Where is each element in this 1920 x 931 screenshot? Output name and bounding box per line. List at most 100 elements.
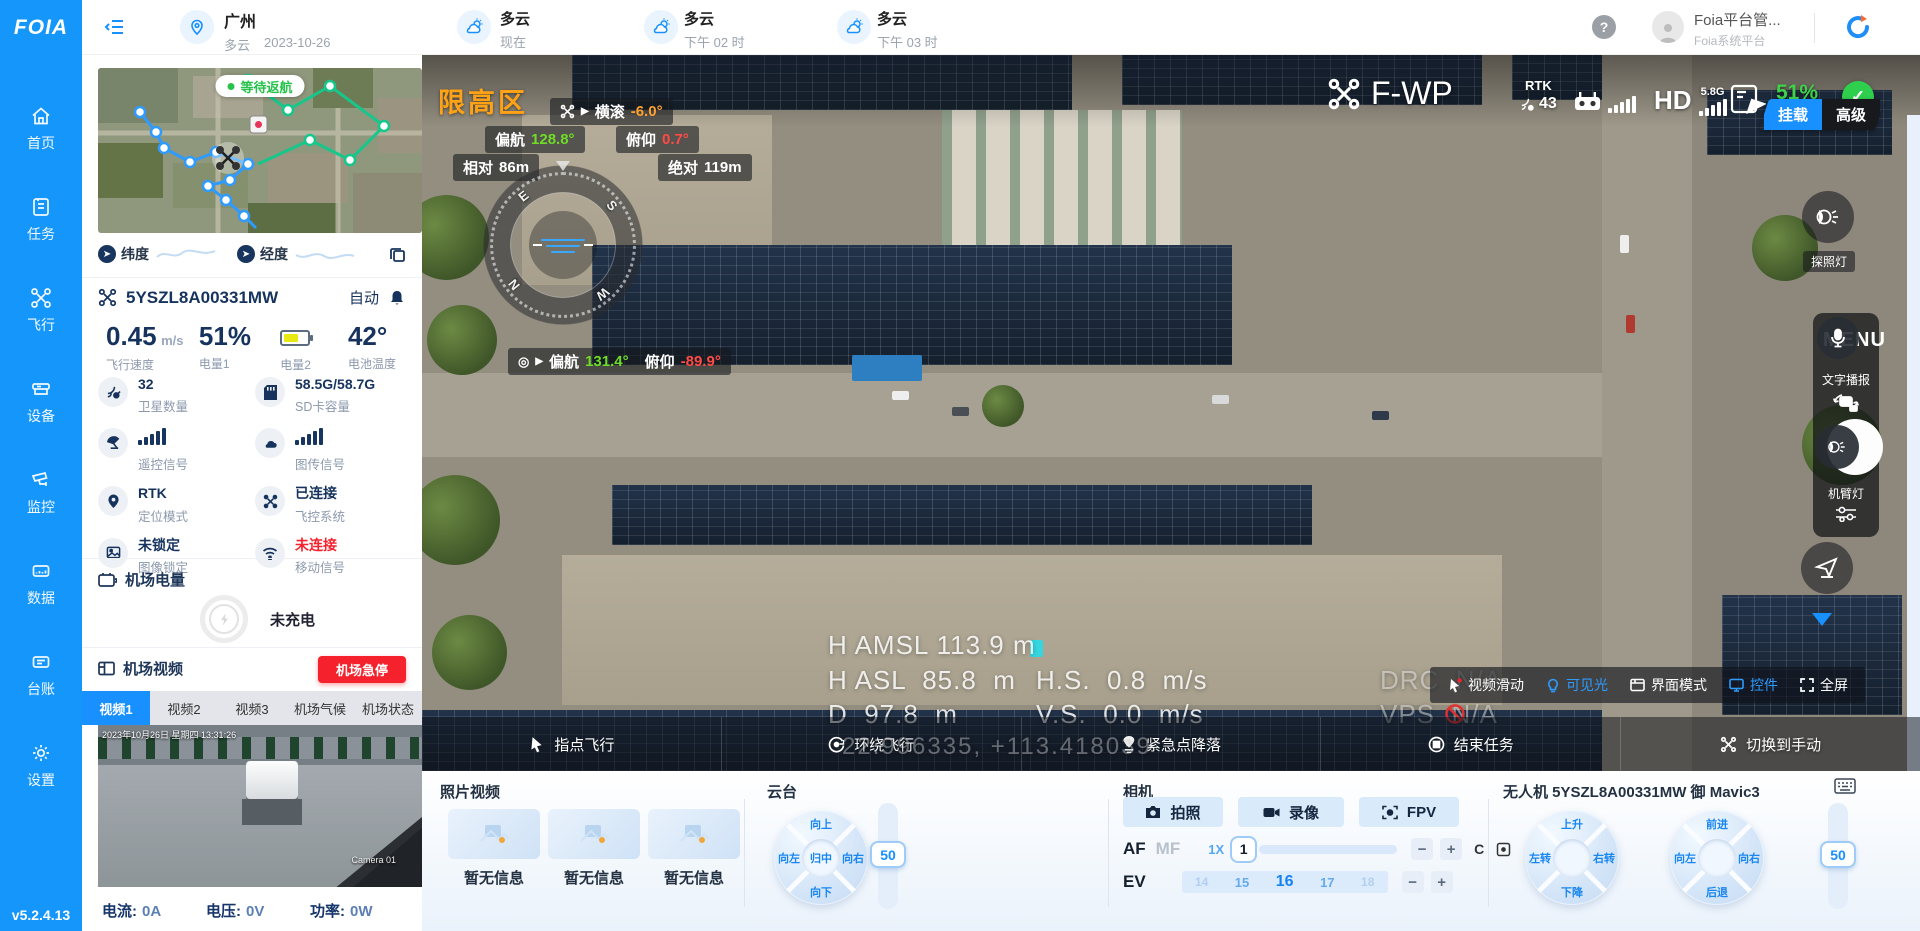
ev-scale[interactable]: 14 15 16 17 18 xyxy=(1182,871,1388,893)
collapse-menu-icon[interactable] xyxy=(104,16,126,38)
compass-s: S xyxy=(603,197,620,213)
aerial-video-feed[interactable]: 限高区 ▶ 横滚 -6.0° 偏航 128.8° 俯仰 0.7° 相对 86m … xyxy=(422,55,1920,771)
keyboard-icon[interactable] xyxy=(1834,778,1856,794)
zoom-plus-button[interactable]: + xyxy=(1440,838,1462,860)
pad-center xyxy=(1553,839,1591,877)
zoom-reset-button[interactable]: C xyxy=(1474,841,1484,857)
ledger-icon xyxy=(30,651,52,673)
af-toggle[interactable]: AF xyxy=(1123,839,1146,859)
bottom-control-panel: 照片视频 暂无信息 暂无信息 暂无信息 云台 归中 向上 向左 向右 向下 50… xyxy=(422,771,1920,931)
ev-tick[interactable]: 17 xyxy=(1320,875,1334,890)
mount-advanced-toggle[interactable]: 挂载 高级 xyxy=(1759,99,1885,130)
image-icon xyxy=(98,538,128,568)
sidebar-item-tasks[interactable]: 任务 xyxy=(27,196,55,244)
arm-light-label: 机臂灯 xyxy=(1828,485,1864,502)
right-button[interactable]: 向右 xyxy=(1738,850,1760,866)
tab-video1[interactable]: 视频1 xyxy=(82,691,150,725)
weather-2pm: 多云 下午 02 时 xyxy=(684,8,745,51)
sidebar-item-ledger[interactable]: 台账 xyxy=(27,651,55,699)
fullscreen-toggle[interactable]: 全屏 xyxy=(1789,675,1859,695)
dock-video-feed[interactable]: 2023年10月26日 星期四 13:31:26 Camera 01 xyxy=(98,725,422,887)
visible-light-toggle[interactable]: 可见光 xyxy=(1535,675,1619,695)
collapsed-right-panel[interactable] xyxy=(1907,115,1920,771)
sidebar-item-devices[interactable]: 设备 xyxy=(27,378,55,426)
mf-toggle[interactable]: MF xyxy=(1156,839,1181,859)
copy-icon[interactable] xyxy=(389,246,406,263)
action-end-mission[interactable]: 结束任务 xyxy=(1320,717,1620,771)
sidebar-item-settings[interactable]: 设置 xyxy=(27,742,55,790)
drone-speed-value[interactable]: 50 xyxy=(1820,841,1856,868)
gimbal-right-button[interactable]: 向右 xyxy=(842,850,864,866)
takeoff-send-button[interactable] xyxy=(1801,542,1853,594)
advanced-tab[interactable]: 高级 xyxy=(1822,99,1880,130)
shoot-photo-button[interactable]: 拍照 xyxy=(1123,797,1223,827)
voice-broadcast-button[interactable] xyxy=(1817,317,1859,359)
gimbal-speed-value[interactable]: 50 xyxy=(870,841,906,868)
zoom-minus-button[interactable]: − xyxy=(1411,838,1433,860)
params-settings-icon[interactable] xyxy=(1835,506,1857,522)
dock-estop-button[interactable]: 机场急停 xyxy=(318,656,406,683)
forward-button[interactable]: 前进 xyxy=(1706,816,1728,832)
media-card[interactable] xyxy=(648,809,740,859)
flight-log-icon[interactable] xyxy=(1730,82,1766,116)
weather-time: 现在 xyxy=(500,32,530,51)
media-empty-label: 暂无信息 xyxy=(648,867,740,888)
gimbal-center-button[interactable]: 归中 xyxy=(802,839,840,877)
expand-icon[interactable]: ▶ xyxy=(581,106,589,117)
arm-light-icon xyxy=(1827,437,1847,457)
action-switch-manual[interactable]: 切换到手动 xyxy=(1620,717,1920,771)
yaw-right-button[interactable]: 右转 xyxy=(1593,850,1615,866)
left-button[interactable]: 向左 xyxy=(1674,850,1696,866)
help-icon[interactable]: ? xyxy=(1592,15,1616,39)
ev-current-value[interactable]: 16 xyxy=(1276,873,1294,891)
ev-tick[interactable]: 14 xyxy=(1195,875,1208,889)
ev-tick[interactable]: 18 xyxy=(1361,875,1374,889)
gimbal-speed-slider[interactable]: 50 xyxy=(878,803,898,909)
battery-icon xyxy=(280,330,310,346)
record-video-button[interactable]: 录像 xyxy=(1238,797,1344,827)
searchlight-button[interactable] xyxy=(1802,191,1854,243)
sidebar-item-flight[interactable]: 飞行 xyxy=(27,287,55,335)
gimbal-down-button[interactable]: 向下 xyxy=(810,884,832,900)
drone-speed-slider[interactable]: 50 xyxy=(1828,803,1848,909)
tab-video2[interactable]: 视频2 xyxy=(150,691,218,725)
mount-tab[interactable]: 挂载 xyxy=(1764,99,1822,130)
expand-icon[interactable]: ▶ xyxy=(535,356,543,367)
controls-toggle[interactable]: 控件 xyxy=(1718,675,1789,695)
collapse-panel-arrow[interactable] xyxy=(1812,613,1832,626)
ev-tick[interactable]: 15 xyxy=(1235,875,1249,890)
tab-video3[interactable]: 视频3 xyxy=(218,691,286,725)
zoom-value-bubble[interactable]: 1 xyxy=(1230,836,1257,863)
mini-map[interactable]: 等待返航 xyxy=(98,68,422,233)
sidebar-item-home[interactable]: 首页 xyxy=(27,105,55,153)
action-point-flight[interactable]: 指点飞行 xyxy=(422,717,721,771)
weather-cond: 多云 xyxy=(684,8,745,29)
tab-dock-weather[interactable]: 机场气候 xyxy=(286,691,354,725)
bell-icon[interactable] xyxy=(388,289,406,307)
yaw-left-button[interactable]: 左转 xyxy=(1529,850,1551,866)
divider xyxy=(82,277,422,278)
camera-switch-icon[interactable] xyxy=(1833,393,1859,413)
focus-target-icon[interactable] xyxy=(1496,842,1511,857)
zoom-slider[interactable] xyxy=(1259,845,1397,854)
avatar[interactable] xyxy=(1652,11,1684,43)
ascend-button[interactable]: 上升 xyxy=(1561,816,1583,832)
media-card[interactable] xyxy=(548,809,640,859)
interface-mode-toggle[interactable]: 界面模式 xyxy=(1619,675,1718,695)
gimbal-up-button[interactable]: 向上 xyxy=(810,816,832,832)
descend-button[interactable]: 下降 xyxy=(1561,884,1583,900)
fpv-button[interactable]: FPV xyxy=(1359,797,1459,827)
logout-refresh-icon[interactable] xyxy=(1844,13,1872,41)
gimbal-left-button[interactable]: 向左 xyxy=(778,850,800,866)
sidebar-item-data[interactable]: 数据 xyxy=(27,560,55,608)
video-slide-toggle[interactable]: 视频滑动 xyxy=(1436,675,1535,695)
ev-minus-button[interactable]: − xyxy=(1402,871,1424,893)
telemetry-amsl: H AMSL 113.9 m xyxy=(828,630,1036,661)
media-card[interactable] xyxy=(448,809,540,859)
sidebar-item-monitoring[interactable]: 监控 xyxy=(27,469,55,517)
ev-plus-button[interactable]: + xyxy=(1431,871,1453,893)
arm-light-button[interactable] xyxy=(1815,425,1859,469)
tab-dock-status[interactable]: 机场状态 xyxy=(354,691,422,725)
topbar: 广州 多云 2023-10-26 多云 现在 多云 下午 02 时 多云 下午 … xyxy=(82,0,1920,55)
backward-button[interactable]: 后退 xyxy=(1706,884,1728,900)
